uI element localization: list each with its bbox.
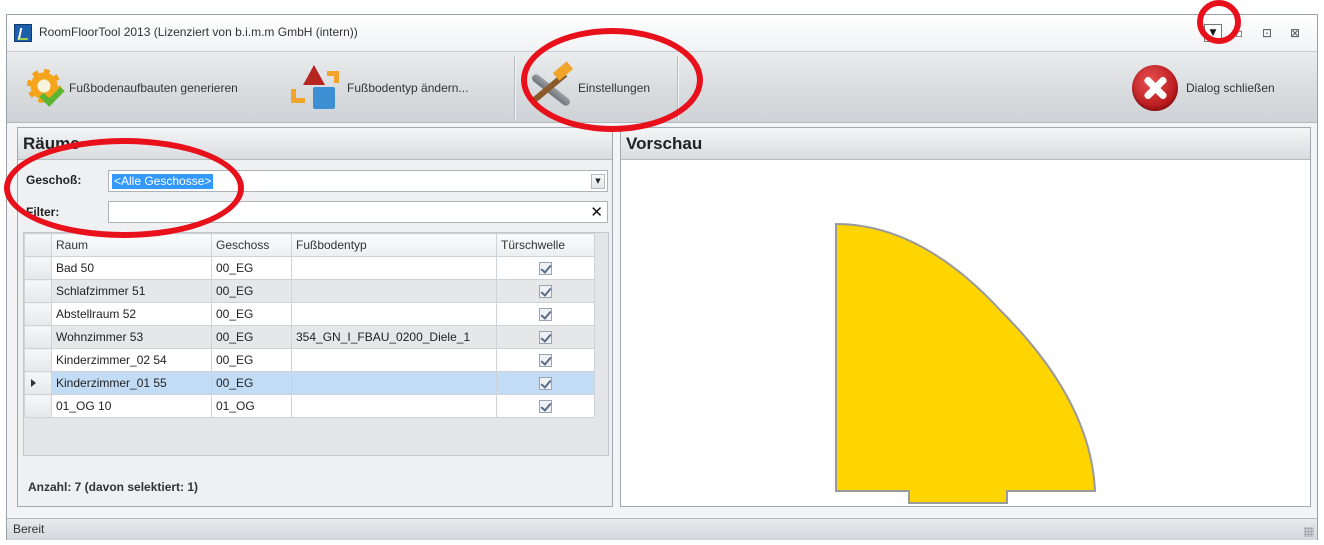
change-floor-type-button[interactable]: Fußbodentyp ändern... [291,58,468,118]
preview-svg [835,222,1097,504]
settings-button[interactable]: Einstellungen [524,58,650,118]
cell-fussbodentyp [291,394,497,418]
cell-fussbodentyp [291,348,497,372]
filter-label: Filter: [26,205,60,219]
app-window: RoomFloorTool 2013 (Lizenziert von b.i.m… [6,14,1318,540]
cell-raum: 01_OG 10 [51,394,212,418]
row-indicator[interactable] [24,371,52,395]
cell-raum: Bad 50 [51,256,212,280]
cell-raum: Kinderzimmer_02 54 [51,348,212,372]
preview-panel-title: Vorschau [621,128,1310,160]
tuerschwelle-checkbox[interactable] [539,377,552,391]
tuerschwelle-checkbox[interactable] [539,308,552,322]
table-row[interactable]: Kinderzimmer_02 54 00_EG [24,348,595,372]
row-indicator[interactable] [24,279,52,303]
window-title: RoomFloorTool 2013 (Lizenziert von b.i.m… [39,25,358,39]
status-bar: Bereit [7,518,1317,540]
close-dialog-label: Dialog schließen [1186,81,1275,95]
chevron-down-icon[interactable]: ▼ [591,174,605,189]
cell-raum: Abstellraum 52 [51,302,212,326]
tuerschwelle-checkbox[interactable] [539,262,552,276]
close-circle-icon [1132,65,1178,111]
floor-select[interactable]: <Alle Geschosse> ▼ [108,170,608,192]
maximize-icon[interactable]: ⊡ [1257,23,1277,43]
preview-canvas [621,161,1310,506]
cell-geschoss: 00_EG [211,371,292,395]
column-header-geschoss[interactable]: Geschoss [211,233,292,257]
clear-filter-icon[interactable]: ✕ [590,203,603,221]
toolbar-separator [677,56,678,120]
table-row[interactable]: Schlafzimmer 51 00_EG [24,279,595,303]
column-header-tuerschwelle[interactable]: Türschwelle [496,233,595,257]
cell-tuerschwelle [496,394,595,418]
tools-icon [524,61,576,112]
generate-floor-layers-label: Fußbodenaufbauten generieren [69,81,238,95]
cell-tuerschwelle [496,302,595,326]
rooms-table: Raum Geschoss Fußbodentyp Türschwelle Ba… [23,232,609,456]
cell-geschoss: 00_EG [211,302,292,326]
window-menu-dropdown-icon[interactable]: ▼ [1204,24,1222,42]
cell-fussbodentyp [291,302,497,326]
cell-fussbodentyp [291,256,497,280]
change-floor-type-label: Fußbodentyp ändern... [347,81,469,95]
title-bar: RoomFloorTool 2013 (Lizenziert von b.i.m… [7,15,1317,51]
cell-fussbodentyp [291,279,497,303]
row-indicator[interactable] [24,394,52,418]
app-logo-icon [14,24,32,42]
cell-fussbodentyp [291,371,497,395]
room-count: Anzahl: 7 (davon selektiert: 1) [28,480,199,494]
cell-tuerschwelle [496,279,595,303]
cell-geschoss: 00_EG [211,279,292,303]
settings-label: Einstellungen [578,81,651,95]
cell-tuerschwelle [496,325,595,349]
table-row[interactable]: Wohnzimmer 53 00_EG 354_GN_I_FBAU_0200_D… [24,325,595,349]
table-row[interactable]: 01_OG 10 01_OG [24,394,595,418]
current-row-arrow-icon [31,379,36,387]
cell-geschoss: 01_OG [211,394,292,418]
cell-raum: Wohnzimmer 53 [51,325,212,349]
cell-geschoss: 00_EG [211,256,292,280]
row-indicator[interactable] [24,256,52,280]
cell-tuerschwelle [496,256,595,280]
cell-raum: Kinderzimmer_01 55 [51,371,212,395]
room-floor-shape [835,222,1097,504]
close-window-icon[interactable]: ⊠ [1285,23,1305,43]
tuerschwelle-checkbox[interactable] [539,285,552,299]
cell-fussbodentyp: 354_GN_I_FBAU_0200_Diele_1 [291,325,497,349]
gear-check-icon [21,65,67,111]
rooms-panel: Räume Geschoß: <Alle Geschosse> ▼ Filter… [17,127,613,507]
cell-geschoss: 00_EG [211,348,292,372]
toolbar-separator [514,56,515,120]
row-indicator[interactable] [24,302,52,326]
cell-raum: Schlafzimmer 51 [51,279,212,303]
minimize-icon[interactable]: ▫ [1229,23,1249,43]
close-dialog-button[interactable]: Dialog schließen [1132,58,1275,118]
row-indicator-header [24,233,52,257]
column-header-raum[interactable]: Raum [51,233,212,257]
cell-tuerschwelle [496,371,595,395]
tuerschwelle-checkbox[interactable] [539,331,552,345]
preview-panel: Vorschau [620,127,1311,507]
floor-label: Geschoß: [26,173,82,187]
table-row[interactable]: Abstellraum 52 00_EG [24,302,595,326]
rooms-panel-title: Räume [18,128,612,160]
status-text: Bereit [13,522,45,536]
resize-grip-icon[interactable] [1304,527,1314,537]
row-indicator[interactable] [24,325,52,349]
table-row-selected[interactable]: Kinderzimmer_01 55 00_EG [24,371,595,395]
column-header-fussbodentyp[interactable]: Fußbodentyp [291,233,497,257]
tuerschwelle-checkbox[interactable] [539,400,552,414]
shapes-convert-icon [291,65,341,111]
table-row[interactable]: Bad 50 00_EG [24,256,595,280]
generate-floor-layers-button[interactable]: Fußbodenaufbauten generieren [21,58,238,118]
toolbar: Fußbodenaufbauten generieren Fußbodentyp… [7,51,1317,123]
cell-tuerschwelle [496,348,595,372]
floor-select-value: <Alle Geschosse> [112,174,214,189]
row-indicator[interactable] [24,348,52,372]
filter-input[interactable]: ✕ [108,201,608,223]
tuerschwelle-checkbox[interactable] [539,354,552,368]
cell-geschoss: 00_EG [211,325,292,349]
